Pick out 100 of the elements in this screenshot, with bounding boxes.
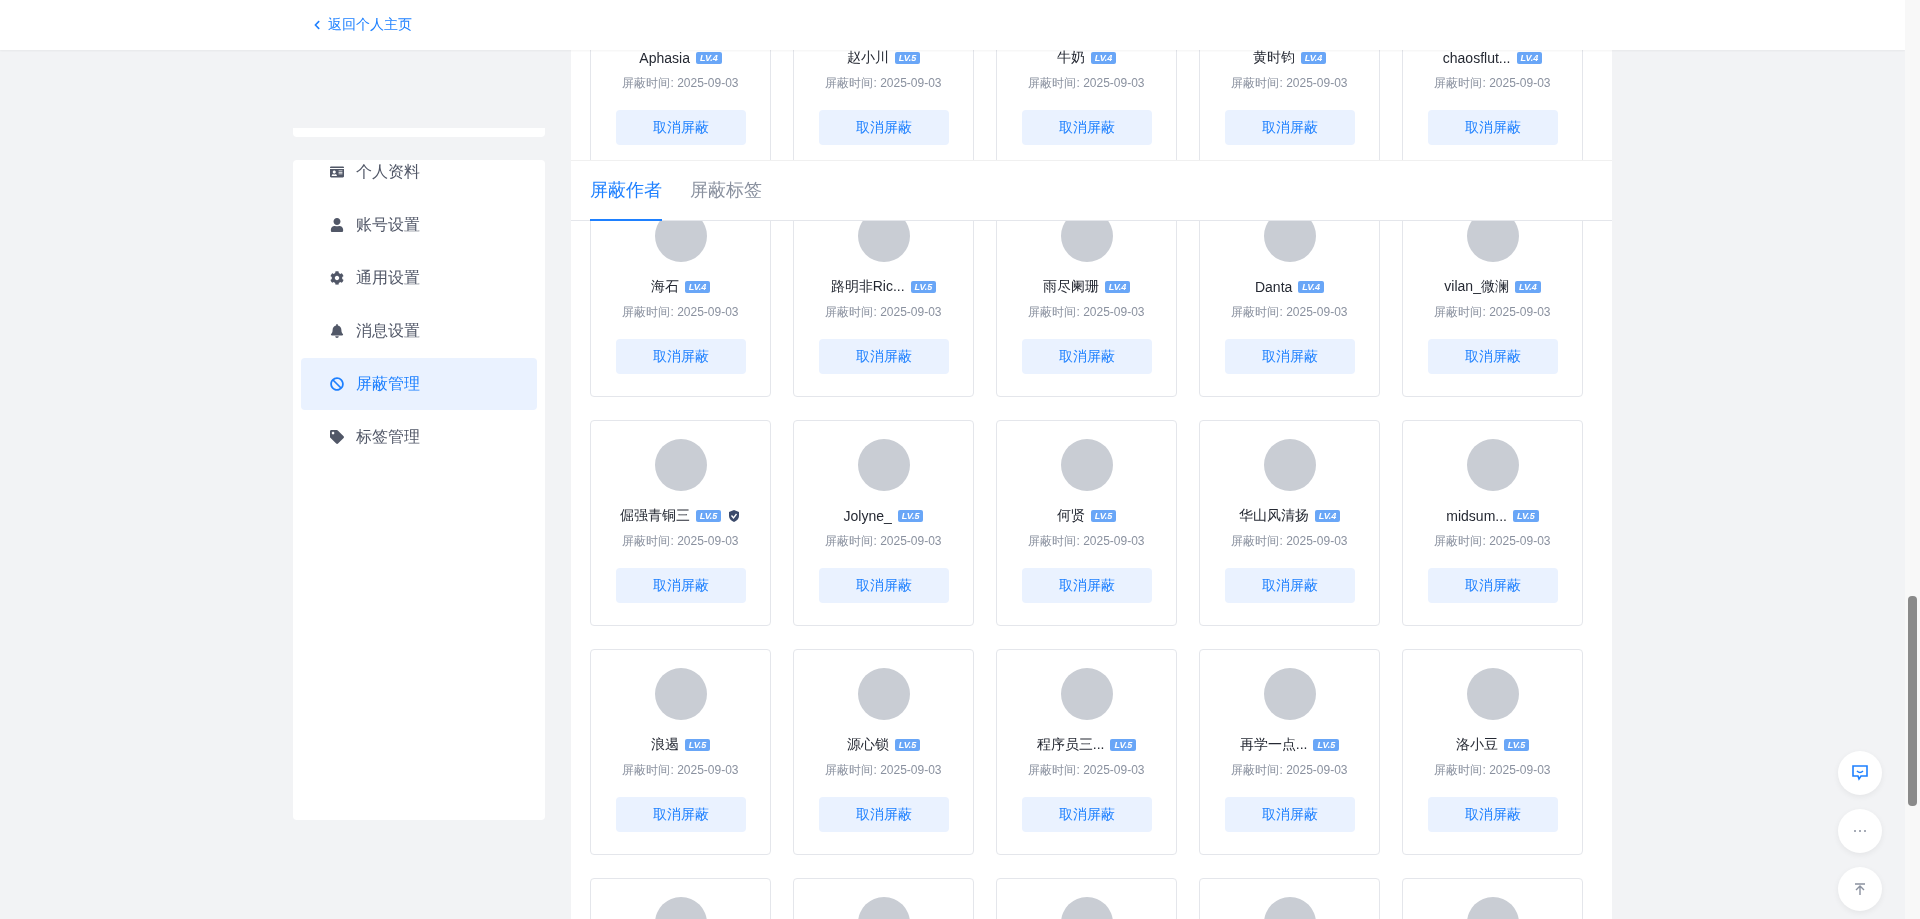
unblock-button[interactable]: 取消屏蔽 (818, 568, 949, 603)
block-date: 屏蔽时间: 2025-09-03 (825, 762, 942, 779)
sidebar-item[interactable]: 通用设置 (301, 252, 537, 304)
author-name: 海石 (650, 278, 679, 296)
author-name: 程序员三... (1036, 736, 1105, 754)
level-badge: LV.5 (894, 52, 921, 64)
unblock-button[interactable]: 取消屏蔽 (615, 339, 746, 374)
more-icon (1853, 829, 1867, 833)
block-date: 屏蔽时间: 2025-09-03 (1434, 762, 1551, 779)
avatar (857, 439, 910, 491)
floating-button[interactable] (1838, 867, 1882, 911)
unblock-button[interactable]: 取消屏蔽 (615, 797, 746, 832)
avatar (654, 668, 707, 720)
level-badge: LV.5 (1110, 739, 1137, 751)
author-name: 何贤 (1056, 507, 1085, 525)
unblock-button[interactable]: 取消屏蔽 (1021, 568, 1152, 603)
sidebar-item[interactable]: 个人资料 (301, 160, 537, 198)
author-name: Danta (1254, 279, 1293, 295)
floating-button[interactable] (1838, 751, 1882, 795)
bell-icon (330, 324, 344, 338)
level-badge: LV.5 (695, 510, 722, 522)
unblock-button[interactable]: 取消屏蔽 (1224, 339, 1355, 374)
level-badge: LV.4 (1514, 281, 1541, 293)
avatar (1263, 668, 1316, 720)
back-link[interactable]: 返回个人主页 (312, 16, 412, 34)
sidebar-item-label: 个人资料 (356, 161, 420, 182)
unblock-button[interactable]: 取消屏蔽 (1427, 568, 1558, 603)
author-name: Aphasia (639, 50, 690, 66)
block-date: 屏蔽时间: 2025-09-03 (1028, 762, 1145, 779)
level-badge: LV.4 (1090, 52, 1117, 64)
id-card-icon (330, 165, 344, 179)
block-date: 屏蔽时间: 2025-09-03 (1434, 533, 1551, 550)
avatar (1466, 439, 1519, 491)
block-date: 屏蔽时间: 2025-09-03 (622, 533, 739, 550)
unblock-button[interactable]: 取消屏蔽 (1224, 110, 1355, 145)
author-name: 再学一点... (1239, 736, 1308, 754)
avatar (654, 439, 707, 491)
sidebar-item[interactable]: 消息设置 (301, 305, 537, 357)
unblock-button[interactable]: 取消屏蔽 (615, 568, 746, 603)
author-name: Jolyne_ (843, 508, 892, 524)
author-name: 浪遏 (650, 736, 679, 754)
unblock-button[interactable]: 取消屏蔽 (818, 797, 949, 832)
avatar (1060, 221, 1113, 262)
avatar (1263, 439, 1316, 491)
avatar (1466, 221, 1519, 262)
author-name: 牛奶 (1056, 50, 1085, 67)
block-date: 屏蔽时间: 2025-09-03 (1434, 304, 1551, 321)
author-name: 路明非Ric... (830, 278, 905, 296)
user-icon (330, 218, 344, 232)
author-name: 倔强青铜三 (619, 507, 690, 525)
author-name: 雨尽阑珊 (1042, 278, 1099, 296)
unblock-button[interactable]: 取消屏蔽 (1427, 339, 1558, 374)
level-badge: LV.4 (1314, 510, 1341, 522)
avatar (1060, 439, 1113, 491)
sidebar-item-label: 通用设置 (356, 267, 420, 288)
level-badge: LV.4 (1300, 52, 1327, 64)
level-badge: LV.5 (1090, 510, 1117, 522)
block-date: 屏蔽时间: 2025-09-03 (622, 304, 739, 321)
unblock-button[interactable]: 取消屏蔽 (1021, 797, 1152, 832)
avatar (1263, 221, 1316, 262)
back-to-top-icon (1853, 882, 1867, 896)
sidebar-item[interactable]: 账号设置 (301, 199, 537, 251)
block-date: 屏蔽时间: 2025-09-03 (1434, 75, 1551, 92)
tab[interactable]: 屏蔽标签 (690, 161, 762, 221)
unblock-button[interactable]: 取消屏蔽 (1224, 797, 1355, 832)
level-badge: LV.5 (897, 510, 924, 522)
avatar (857, 668, 910, 720)
unblock-button[interactable]: 取消屏蔽 (1224, 568, 1355, 603)
chat-bubble-icon (1851, 764, 1869, 782)
unblock-button[interactable]: 取消屏蔽 (1427, 110, 1558, 145)
chevron-left-icon (312, 20, 322, 30)
unblock-button[interactable]: 取消屏蔽 (615, 110, 746, 145)
level-badge: LV.5 (1313, 739, 1340, 751)
unblock-button[interactable]: 取消屏蔽 (1021, 339, 1152, 374)
block-date: 屏蔽时间: 2025-09-03 (825, 75, 942, 92)
unblock-button[interactable]: 取消屏蔽 (1427, 797, 1558, 832)
level-badge: LV.5 (894, 739, 921, 751)
unblock-button[interactable]: 取消屏蔽 (1021, 110, 1152, 145)
unblock-button[interactable]: 取消屏蔽 (818, 110, 949, 145)
author-name: 黄时钧 (1252, 50, 1295, 67)
author-name: midsum... (1446, 508, 1507, 524)
sidebar-item[interactable]: 屏蔽管理 (301, 358, 537, 410)
level-badge: LV.4 (684, 281, 711, 293)
block-date: 屏蔽时间: 2025-09-03 (1231, 762, 1348, 779)
author-name: 洛小豆 (1455, 736, 1498, 754)
block-date: 屏蔽时间: 2025-09-03 (825, 304, 942, 321)
block-date: 屏蔽时间: 2025-09-03 (1028, 304, 1145, 321)
sidebar-item[interactable]: 标签管理 (301, 411, 537, 463)
level-badge: LV.5 (1503, 739, 1530, 751)
block-date: 屏蔽时间: 2025-09-03 (622, 762, 739, 779)
block-date: 屏蔽时间: 2025-09-03 (825, 533, 942, 550)
sidebar-item-label: 标签管理 (356, 426, 420, 447)
unblock-button[interactable]: 取消屏蔽 (818, 339, 949, 374)
block-date: 屏蔽时间: 2025-09-03 (1028, 75, 1145, 92)
tag-icon (330, 430, 344, 444)
author-name: chaosflut... (1442, 50, 1511, 66)
block-date: 屏蔽时间: 2025-09-03 (1231, 533, 1348, 550)
level-badge: LV.4 (695, 52, 722, 64)
level-badge: LV.4 (1516, 52, 1543, 64)
block-date: 屏蔽时间: 2025-09-03 (1231, 304, 1348, 321)
